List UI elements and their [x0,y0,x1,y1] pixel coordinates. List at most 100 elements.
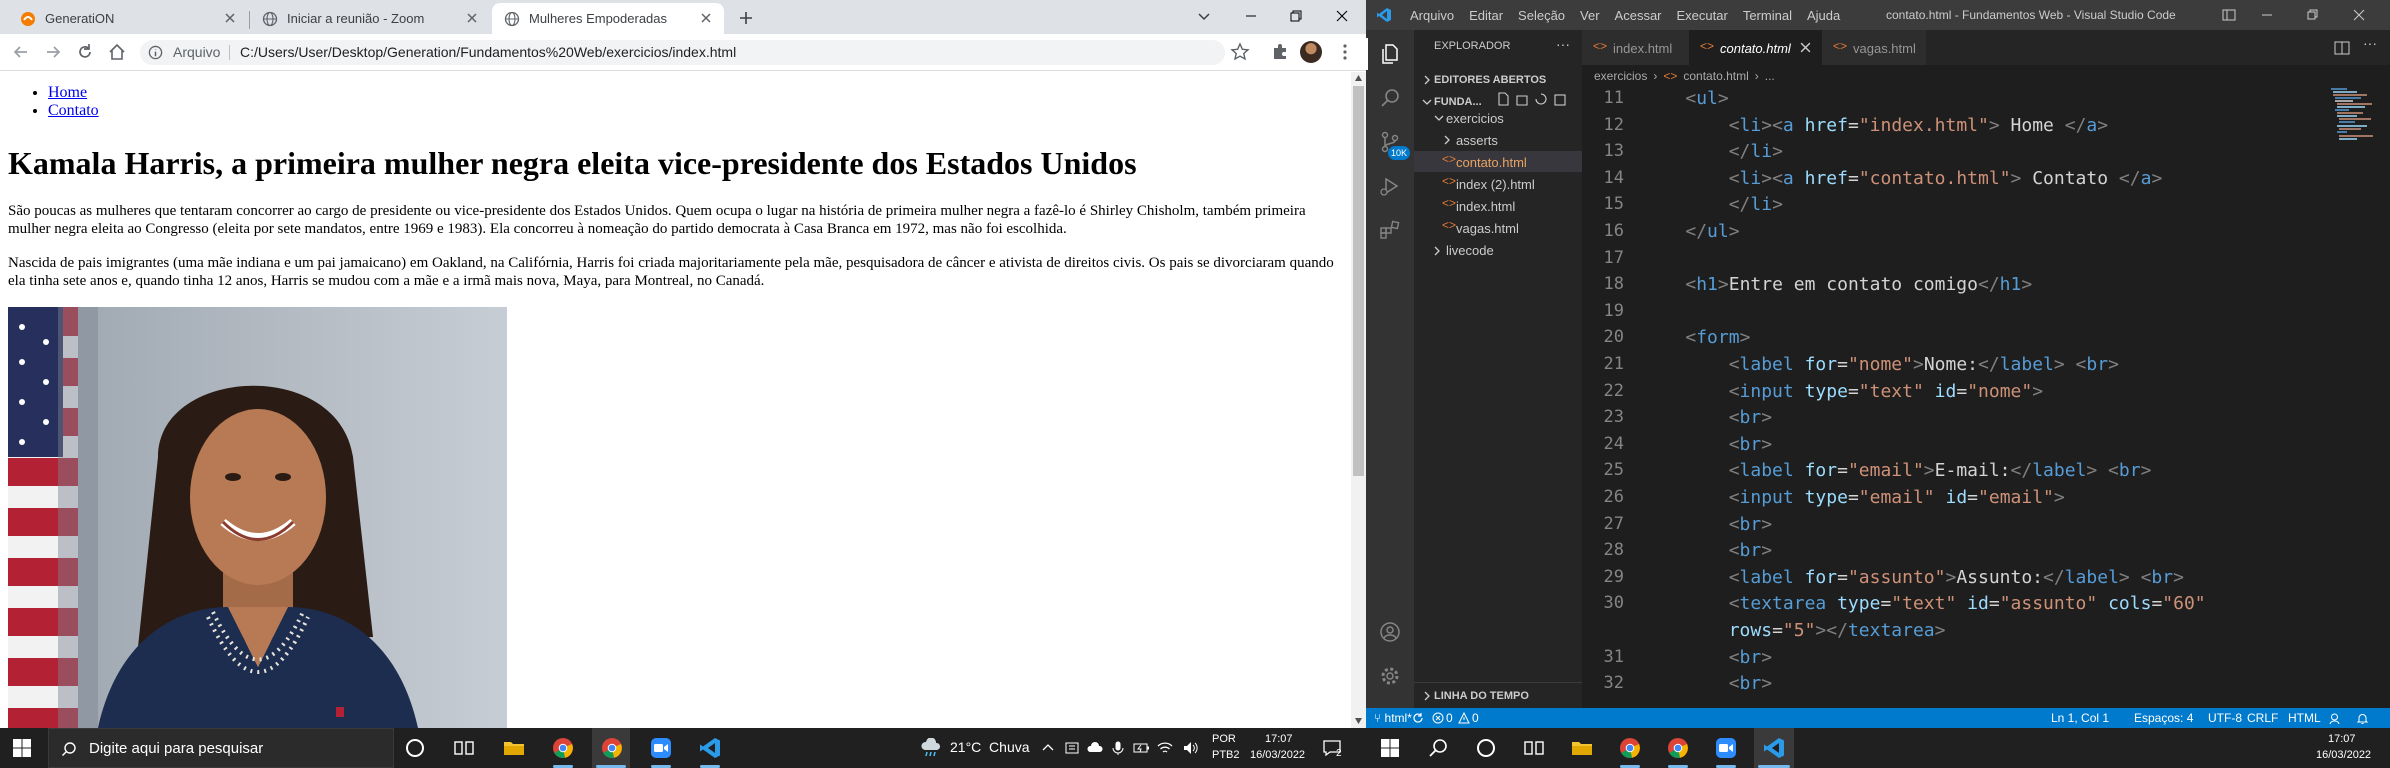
scroll-up-arrow-icon[interactable] [1355,75,1362,81]
home-icon[interactable] [107,42,127,62]
file-index-2[interactable]: index (2).html [1456,177,1535,192]
close-icon[interactable] [698,10,714,26]
wifi-icon[interactable] [1156,740,1174,756]
file-index[interactable]: index.html [1456,199,1515,214]
chrome-icon[interactable] [551,736,575,760]
menu-terminal[interactable]: Terminal [1743,8,1792,23]
tab-zoom[interactable]: Iniciar a reunião - Zoom [250,3,490,34]
warning-triangle-icon[interactable] [1458,712,1470,724]
settings-gear-icon[interactable] [1378,664,1402,688]
minimap[interactable] [2327,86,2382,156]
file-vagas[interactable]: vagas.html [1456,221,1519,236]
microphone-icon[interactable] [1110,740,1126,756]
chevron-down-icon[interactable] [1422,97,1432,107]
encoding[interactable]: UTF-8 [2208,711,2242,725]
menu-ajuda[interactable]: Ajuda [1807,8,1840,23]
close-window-icon[interactable] [1334,8,1350,24]
close-window-icon[interactable] [2352,8,2366,22]
url-text[interactable]: C:/Users/User/Desktop/Generation/Fundame… [240,44,736,60]
extensions-puzzle-icon[interactable] [1270,42,1290,62]
search-icon[interactable] [1378,86,1402,110]
chevron-up-icon[interactable] [1042,742,1054,754]
file-explorer-icon[interactable] [502,736,526,760]
breadcrumb-symbol[interactable]: ... [1765,69,1775,83]
file-contato[interactable]: contato.html [1456,155,1527,170]
battery-plug-icon[interactable] [1132,740,1150,756]
editor-tab-index[interactable]: <> index.html [1582,30,1689,65]
zoom-icon[interactable] [1714,736,1738,760]
tab-mulheres-empoderadas[interactable]: Mulheres Empoderadas [492,3,724,34]
chevron-down-icon[interactable] [1434,113,1444,123]
clock-time[interactable]: 17:07 [1265,733,1293,745]
notifications-bell-icon[interactable] [2356,712,2369,725]
line-endings[interactable]: CRLF [2247,711,2278,725]
zoom-icon[interactable] [649,736,673,760]
keyboard-layout[interactable]: PTB2 [1212,749,1240,761]
onedrive-cloud-icon[interactable] [1086,740,1104,756]
folder-asserts[interactable]: asserts [1456,133,1498,148]
explorer-actions-icon[interactable] [1496,91,1574,107]
breadcrumb-folder[interactable]: exercicios [1594,69,1647,83]
file-explorer-icon[interactable] [1570,736,1594,760]
editor-tab-vagas[interactable]: <> vagas.html [1822,30,1926,65]
volume-icon[interactable] [1182,740,1200,756]
close-icon[interactable] [222,10,238,26]
menu-executar[interactable]: Executar [1677,8,1728,23]
cortana-circle-icon[interactable] [1474,736,1498,760]
restore-icon[interactable] [2306,8,2320,22]
clock-date[interactable]: 16/03/2022 [2316,749,2371,761]
nav-link-home[interactable]: Home [48,84,87,101]
task-view-icon[interactable] [452,736,476,760]
error-circle-icon[interactable] [1432,712,1444,724]
search-icon[interactable] [1426,736,1450,760]
cortana-circle-icon[interactable] [403,736,427,760]
project-header[interactable]: FUNDA... [1434,96,1482,108]
cursor-position[interactable]: Ln 1, Col 1 [2051,711,2109,725]
menu-editar[interactable]: Editar [1469,8,1503,23]
address-bar[interactable]: Arquivo C:/Users/User/Desktop/Generation… [140,40,1225,65]
sync-icon[interactable] [1412,712,1424,724]
minimize-icon[interactable] [2260,8,2274,22]
reload-icon[interactable] [75,42,95,62]
task-view-icon[interactable] [1522,736,1546,760]
profile-avatar[interactable] [1300,41,1322,63]
menu-ver[interactable]: Ver [1580,8,1600,23]
clock-date[interactable]: 16/03/2022 [1250,749,1305,761]
more-actions-icon[interactable]: ··· [1556,36,1570,52]
windows-start-icon[interactable] [10,736,34,760]
feedback-icon[interactable] [2328,712,2341,725]
forward-arrow-icon[interactable] [43,42,63,62]
folder-exercicios[interactable]: exercicios [1446,111,1504,126]
timeline-header[interactable]: LINHA DO TEMPO [1434,690,1529,702]
chrome-icon[interactable] [600,736,624,760]
tab-generation[interactable]: GeneratiON [8,3,248,34]
input-language[interactable]: POR [1212,733,1236,745]
weather-rain-icon[interactable] [919,738,943,758]
editor-tab-contato-active[interactable]: <> contato.html [1689,30,1822,65]
new-tab-plus-icon[interactable] [737,9,755,27]
weather-text[interactable]: 21°C Chuva [950,739,1030,755]
taskbar-search-box[interactable]: Digite aqui para pesquisar [48,728,394,768]
layout-toggle-icon[interactable] [2222,8,2236,22]
clock-time[interactable]: 17:07 [2328,733,2356,745]
menu-selecao[interactable]: Seleção [1518,8,1565,23]
extensions-icon[interactable] [1378,218,1402,242]
restore-icon[interactable] [1288,8,1304,24]
chevron-right-icon[interactable] [1422,691,1432,701]
split-editor-icon[interactable] [2334,40,2350,56]
scroll-down-arrow-icon[interactable] [1355,718,1362,724]
language-mode[interactable]: HTML [2288,711,2321,725]
chrome-icon[interactable] [1618,736,1642,760]
folder-livecode[interactable]: livecode [1446,243,1494,258]
tray-app-icon[interactable] [1064,740,1080,756]
tab-search-chevron-icon[interactable] [1196,8,1212,24]
vscode-taskbar-icon[interactable] [698,736,722,760]
back-arrow-icon[interactable] [11,42,31,62]
close-icon[interactable] [1800,42,1811,53]
vscode-taskbar-icon[interactable] [1762,736,1786,760]
menu-acessar[interactable]: Acessar [1615,8,1662,23]
page-scrollbar[interactable] [1351,72,1366,728]
account-icon[interactable] [1378,620,1402,644]
bookmark-star-icon[interactable] [1230,42,1250,62]
info-icon[interactable] [148,45,163,60]
